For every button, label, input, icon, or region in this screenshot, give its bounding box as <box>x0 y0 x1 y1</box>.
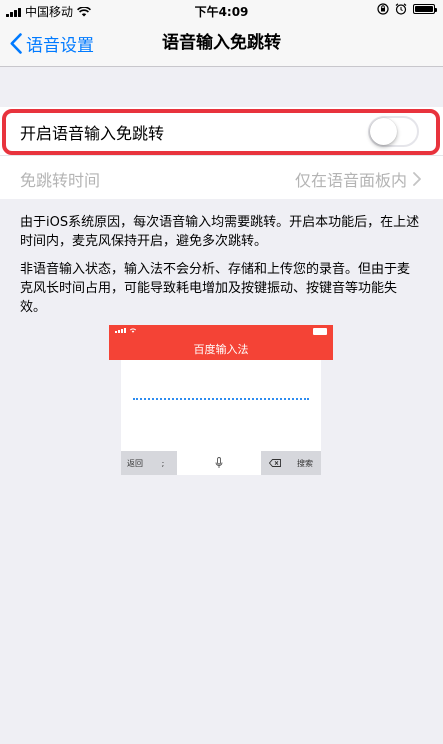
illustration-status <box>115 327 137 333</box>
illustration-mic-key <box>177 451 261 475</box>
illustration-semicolon-key: ; <box>161 458 165 468</box>
voice-no-jump-switch[interactable] <box>368 116 419 147</box>
switch-knob <box>370 118 397 145</box>
illustration-title: 百度输入法 <box>193 343 249 356</box>
description-paragraph-1: 由于iOS系统原因，每次语音输入均需要跳转。开启本功能后，在上述时间内，麦克风保… <box>20 215 420 249</box>
time-cell[interactable]: 免跳转时间 仅在语音面板内 <box>0 155 443 199</box>
illustration-wifi-icon <box>129 328 137 333</box>
microphone-icon <box>215 457 223 468</box>
navigation-bar: 语音设置 语音输入免跳转 <box>0 20 443 67</box>
back-label: 语音设置 <box>26 36 94 56</box>
toggle-label: 开启语音输入免跳转 <box>20 124 165 143</box>
illustration-keyboard-row: 返回 ; 搜索 <box>121 451 321 475</box>
delete-icon <box>269 459 281 467</box>
alarm-icon <box>395 3 407 15</box>
illustration-back-key: 返回 <box>127 458 143 468</box>
illustration-body: 返回 ; 搜索 <box>121 360 321 475</box>
rotation-lock-icon <box>377 3 389 15</box>
illustration-header: 百度输入法 <box>109 325 333 360</box>
illustration-signal-icon <box>115 328 126 333</box>
chevron-left-icon <box>10 33 22 54</box>
back-button[interactable]: 语音设置 <box>10 20 94 67</box>
illustration-delete-key <box>261 451 289 475</box>
description-paragraph-2: 非语音输入状态，输入法不会分析、存储和上传您的录音。但由于麦克风长时间占用，可能… <box>20 262 411 315</box>
time-value: 仅在语音面板内 <box>295 167 421 191</box>
illustration-battery-icon <box>313 328 327 335</box>
toggle-cell: 开启语音输入免跳转 <box>0 107 443 155</box>
time-label: 免跳转时间 <box>20 171 101 190</box>
status-bar: 中国移动 下午4:09 <box>0 0 443 20</box>
illustration-search-key: 搜索 <box>297 458 313 468</box>
chevron-right-icon <box>413 172 421 186</box>
keyboard-illustration: 百度输入法 返回 ; 搜索 <box>109 325 333 475</box>
time-value-text: 仅在语音面板内 <box>294 171 407 190</box>
status-right <box>377 3 437 15</box>
voice-wave-dots <box>133 398 309 400</box>
battery-icon <box>413 4 437 14</box>
